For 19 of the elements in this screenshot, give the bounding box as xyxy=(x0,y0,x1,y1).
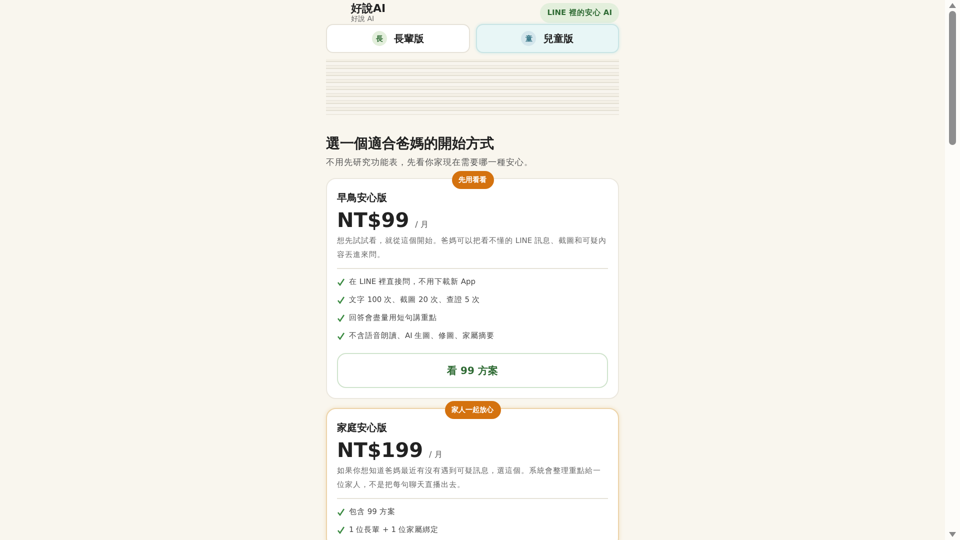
plan-price: NT$199 xyxy=(337,438,424,462)
plan-name: 家庭安心版 xyxy=(337,421,388,435)
check-icon xyxy=(337,332,345,340)
price-period: / 月 xyxy=(415,219,428,230)
scrollbar-thumb[interactable] xyxy=(949,11,956,145)
check-icon xyxy=(337,296,345,304)
plan-button[interactable]: 看 99 方案 xyxy=(337,353,608,388)
plan-price: NT$99 xyxy=(337,208,410,232)
plan-name: 早鳥安心版 xyxy=(337,191,388,205)
check-icon xyxy=(337,526,345,534)
check-icon xyxy=(337,278,345,286)
price-period: / 月 xyxy=(429,449,442,460)
scroll-up-icon[interactable] xyxy=(949,3,956,8)
section-heading: 選一個適合爸媽的開始方式 xyxy=(326,135,495,153)
brand-name: 好說AI xyxy=(351,2,386,15)
check-icon xyxy=(337,508,345,516)
section-subtitle: 不用先研究功能表，先看你家現在需要哪一種安心。 xyxy=(326,157,534,169)
scroll-down-icon[interactable] xyxy=(949,532,956,537)
check-icon xyxy=(337,314,345,322)
